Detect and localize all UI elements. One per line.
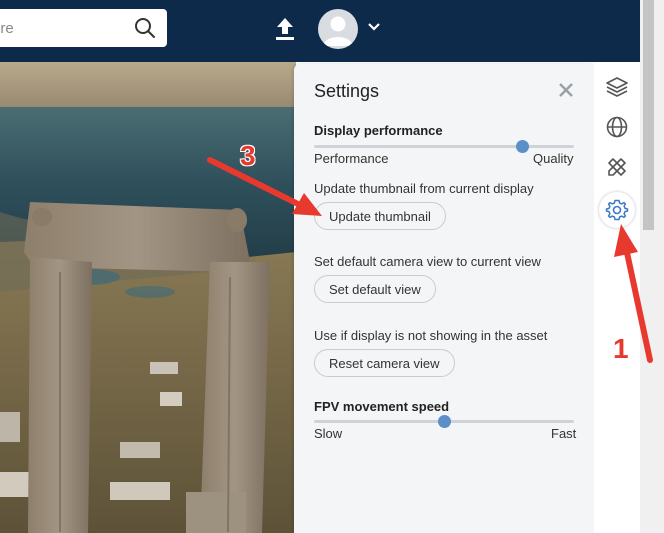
- step-3-marker: 3: [240, 140, 256, 171]
- slow-label: Slow: [314, 426, 343, 441]
- settings-rail-button[interactable]: [599, 192, 635, 228]
- chevron-down-icon[interactable]: [367, 22, 381, 32]
- update-thumbnail-button[interactable]: Update thumbnail: [314, 202, 446, 230]
- user-icon: [323, 16, 353, 46]
- model-viewport[interactable]: [0, 62, 296, 533]
- set-default-view-button[interactable]: Set default view: [314, 275, 436, 303]
- display-performance-heading: Display performance: [314, 123, 443, 138]
- layers-icon[interactable]: [605, 75, 629, 99]
- search-input[interactable]: [0, 9, 125, 47]
- search-box: [0, 9, 167, 47]
- pencil-ruler-icon[interactable]: [605, 155, 629, 179]
- avatar[interactable]: [318, 9, 358, 49]
- fpv-speed-slider-handle[interactable]: [437, 415, 451, 428]
- temple-gate-scene: [0, 62, 296, 533]
- upload-icon[interactable]: [274, 17, 296, 41]
- fast-label: Fast: [551, 426, 577, 441]
- reset-view-description: Use if display is not showing in the ass…: [314, 328, 548, 343]
- display-performance-slider[interactable]: [314, 140, 574, 153]
- quality-label: Quality: [533, 151, 574, 166]
- default-view-description: Set default camera view to current view: [314, 254, 541, 269]
- close-icon[interactable]: [557, 81, 575, 99]
- thumbnail-description: Update thumbnail from current display: [314, 181, 534, 196]
- reset-camera-view-button[interactable]: Reset camera view: [314, 349, 455, 377]
- gear-icon: [605, 199, 629, 221]
- tool-rail: [594, 64, 640, 533]
- step-1-marker: 1: [613, 333, 629, 364]
- fpv-speed-slider[interactable]: [314, 415, 574, 428]
- settings-title: Settings: [314, 81, 380, 101]
- settings-panel: Settings Display performance Performance…: [294, 64, 594, 533]
- display-performance-slider-handle[interactable]: [515, 140, 529, 153]
- fpv-speed-heading: FPV movement speed: [314, 399, 450, 414]
- search-icon[interactable]: [134, 17, 156, 39]
- page-scrollbar-thumb[interactable]: [643, 0, 654, 230]
- top-bar: [0, 0, 640, 62]
- performance-label: Performance: [314, 151, 389, 166]
- globe-icon[interactable]: [605, 115, 629, 139]
